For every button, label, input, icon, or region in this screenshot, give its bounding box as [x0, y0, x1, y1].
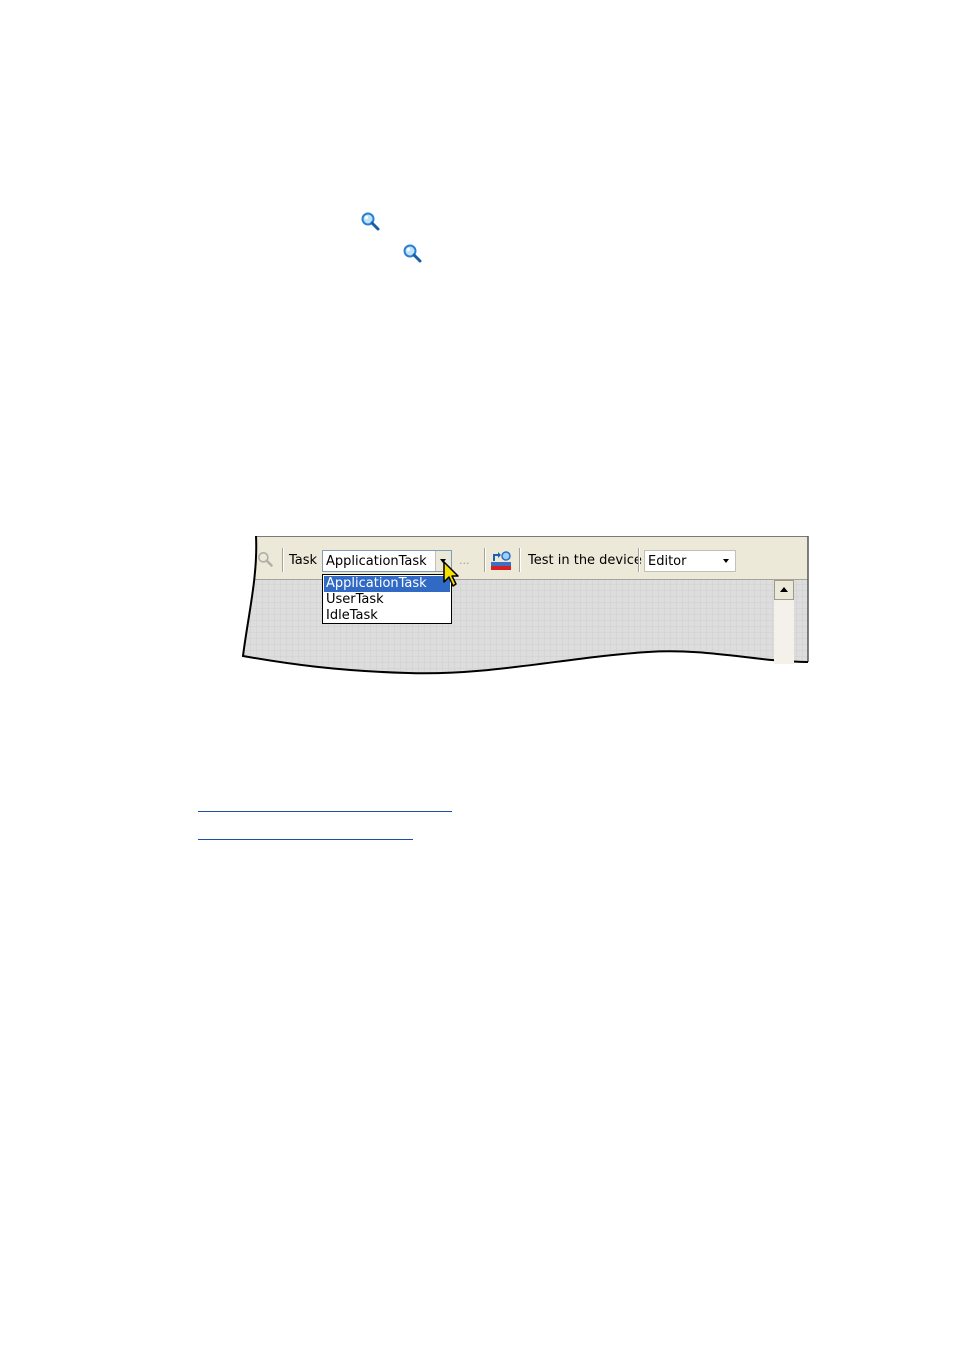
- mouse-pointer-icon: [442, 560, 460, 592]
- task-dropdown-list: ApplicationTask UserTask IdleTask: [322, 574, 452, 624]
- chevron-down-icon[interactable]: [719, 551, 735, 571]
- dropdown-option-idletask[interactable]: IdleTask: [324, 608, 450, 624]
- dropdown-option-applicationtask[interactable]: ApplicationTask: [324, 576, 450, 592]
- ellipsis-button[interactable]: ...: [459, 554, 470, 567]
- toolbar-separator: [638, 548, 640, 572]
- magnifier-icon: [401, 242, 423, 264]
- editor-screenshot: Task ApplicationTask ... Test in the dev…: [238, 536, 810, 678]
- mode-combobox-value: Editor: [648, 554, 687, 569]
- cross-reference-link[interactable]: [198, 811, 452, 812]
- task-label: Task: [289, 553, 318, 568]
- editor-toolbar: Task ApplicationTask ... Test in the dev…: [238, 536, 810, 578]
- dropdown-option-usertask[interactable]: UserTask: [324, 592, 450, 608]
- vertical-scrollbar[interactable]: [774, 580, 794, 664]
- test-in-device-button[interactable]: Test in the device: [528, 553, 642, 568]
- toolbar-separator: [282, 548, 284, 572]
- mode-combobox[interactable]: Editor: [644, 550, 736, 572]
- scroll-up-arrow-icon[interactable]: [774, 580, 794, 600]
- cross-reference-link[interactable]: [198, 839, 413, 840]
- task-combobox[interactable]: ApplicationTask: [322, 550, 452, 572]
- download-to-device-icon[interactable]: [490, 550, 512, 572]
- toolbar-separator: [484, 548, 486, 572]
- magnifier-icon: [359, 210, 381, 232]
- toolbar-separator: [519, 548, 521, 572]
- magnifier-icon[interactable]: [256, 550, 278, 572]
- task-combobox-value: ApplicationTask: [326, 554, 427, 569]
